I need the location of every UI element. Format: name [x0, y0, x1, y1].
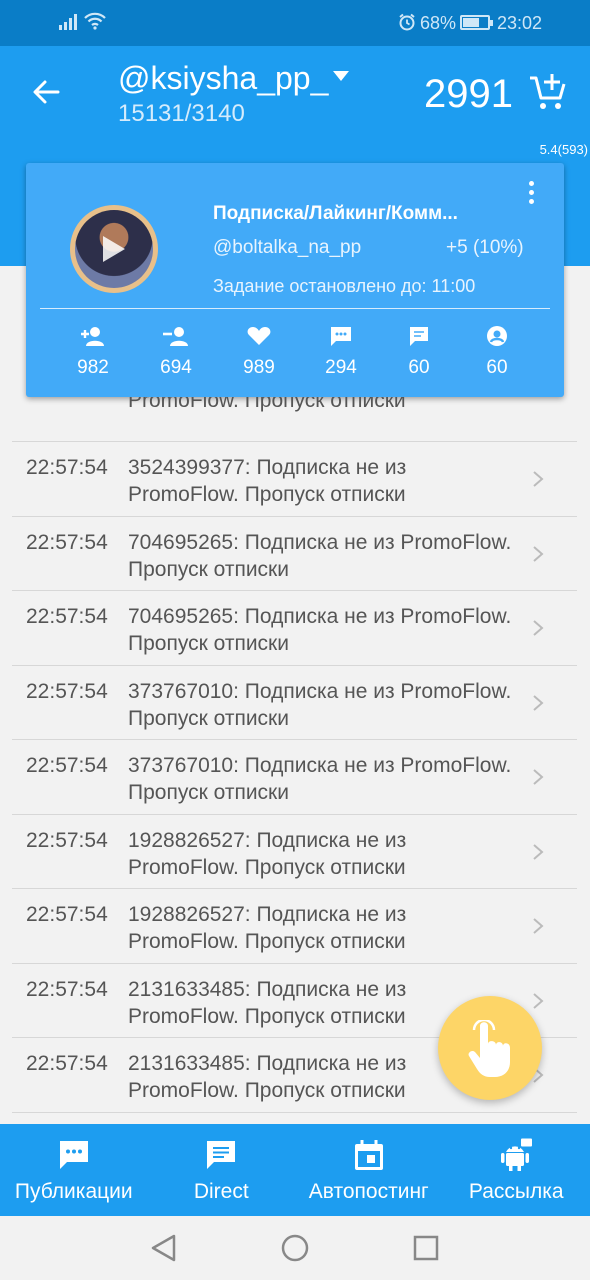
dropdown-icon[interactable] [332, 70, 350, 82]
log-time: 22:57:54 [26, 828, 108, 852]
alarm-icon [399, 13, 415, 31]
heart-icon [247, 327, 271, 345]
direct-icon [207, 1141, 236, 1169]
log-message: 704695265: Подписка не из PromoFlow. Про… [128, 605, 512, 655]
stat-comments: 294 [306, 325, 376, 379]
log-time: 22:57:54 [26, 679, 108, 703]
log-time: 22:57:54 [26, 1052, 108, 1075]
points-balance: 2991 [424, 72, 513, 116]
play-icon [103, 236, 125, 262]
stat-accounts: 60 [462, 325, 532, 379]
stat-direct: 60 [384, 325, 454, 379]
task-delta: +5 (10%) [446, 237, 524, 258]
back-triangle-icon[interactable] [148, 1232, 180, 1264]
chevron-right-icon [533, 545, 544, 562]
list-item[interactable]: 22:57:54 3524399377: Подписка не из Promo… [12, 442, 577, 517]
log-message: 3524399377: Подписка не из PromoFlow. Пр… [128, 456, 407, 506]
recents-square-icon[interactable] [410, 1232, 442, 1264]
unfollow-icon [163, 327, 188, 346]
stat-follows: 982 [58, 325, 128, 379]
task-target-user: @boltalka_na_pp [213, 237, 362, 258]
list-item[interactable]: 22:57:54 373767010: Подписка не из PromoF… [12, 740, 577, 815]
list-item[interactable]: 22:57:54 373767010: Подписка не из PromoF… [12, 666, 577, 740]
chevron-right-icon [533, 918, 544, 934]
follower-counts: 15131/3140 [118, 100, 245, 127]
chevron-right-icon [533, 620, 544, 636]
stat-unfollows: 694 [141, 325, 211, 379]
back-arrow-icon[interactable] [30, 76, 62, 108]
android-bot-icon [501, 1138, 533, 1171]
log-message: 1928826527: Подписка не из PromoFlow. Пр… [128, 903, 407, 953]
more-options-icon[interactable] [526, 181, 536, 211]
chevron-right-icon [533, 769, 544, 785]
chevron-right-icon [533, 471, 544, 487]
app-bar: @ksiysha_pp_ 15131/3140 2991 [0, 46, 590, 140]
signal-icon [59, 14, 77, 30]
list-item[interactable]: 22:57:54 704695265: Подписка не из PromoF… [12, 591, 577, 666]
log-time: 22:57:54 [26, 530, 108, 554]
log-message: 1928826527: Подписка не из PromoFlow. Пр… [128, 828, 407, 879]
log-time: 22:57:54 [26, 456, 108, 479]
task-card[interactable]: Подписка/Лайкинг/Комм... @boltalka_na_pp… [26, 163, 564, 397]
chevron-right-icon [533, 843, 544, 860]
account-circle-icon [487, 326, 507, 346]
nav-publications[interactable]: Публикации [0, 1124, 148, 1216]
log-time: 22:57:54 [26, 605, 108, 628]
task-title: Подписка/Лайкинг/Комм... [213, 203, 458, 224]
app-version: 5.4(593) [539, 142, 588, 157]
comment-icon [331, 327, 351, 346]
touch-hand-icon [468, 1020, 510, 1077]
touch-action-button[interactable] [438, 996, 542, 1100]
chevron-right-icon [533, 694, 544, 711]
follow-icon [81, 327, 104, 346]
log-message: 373767010: Подписка не из PromoFlow. Про… [128, 679, 512, 730]
card-divider [40, 308, 550, 309]
clock: 23:02 [497, 13, 543, 33]
publications-icon [59, 1141, 88, 1169]
cart-add-icon[interactable] [528, 72, 568, 112]
task-status: Задание остановлено до: 11:00 [213, 276, 476, 296]
wifi-icon [84, 12, 106, 30]
nav-direct[interactable]: Direct [148, 1124, 296, 1216]
log-time: 22:57:54 [26, 754, 108, 777]
list-item[interactable]: PromoFlow. Пропуск отписки [12, 397, 577, 442]
log-message: 704695265: Подписка не из PromoFlow. Про… [128, 530, 512, 581]
avatar [70, 205, 158, 293]
list-item[interactable]: 22:57:54 1928826527: Подписка не из Promo… [12, 889, 577, 964]
calendar-icon [354, 1140, 383, 1170]
nav-autoposting[interactable]: Автопостинг [295, 1124, 443, 1216]
stat-likes: 989 [224, 325, 294, 379]
system-navigation [0, 1216, 590, 1280]
chevron-right-icon [533, 992, 544, 1009]
nav-mailing[interactable]: Рассылка [443, 1124, 590, 1216]
battery-percent: 68% [420, 13, 457, 33]
status-bar: 68% 23:02 [0, 0, 590, 46]
log-time: 22:57:54 [26, 977, 108, 1001]
bottom-navigation: Публикации Direct Автопостинг Рассылка [0, 1124, 590, 1216]
account-username[interactable]: @ksiysha_pp_ [118, 60, 328, 97]
log-message: PromoFlow. Пропуск отписки [128, 397, 406, 412]
list-item[interactable]: 22:57:54 1928826527: Подписка не из Promo… [12, 815, 577, 889]
battery-icon [460, 15, 493, 30]
direct-message-icon [410, 327, 428, 346]
log-message: 373767010: Подписка не из PromoFlow. Про… [128, 754, 512, 804]
list-item[interactable]: 22:57:54 704695265: Подписка не из PromoF… [12, 517, 577, 591]
log-time: 22:57:54 [26, 903, 108, 926]
home-circle-icon[interactable] [279, 1232, 311, 1264]
